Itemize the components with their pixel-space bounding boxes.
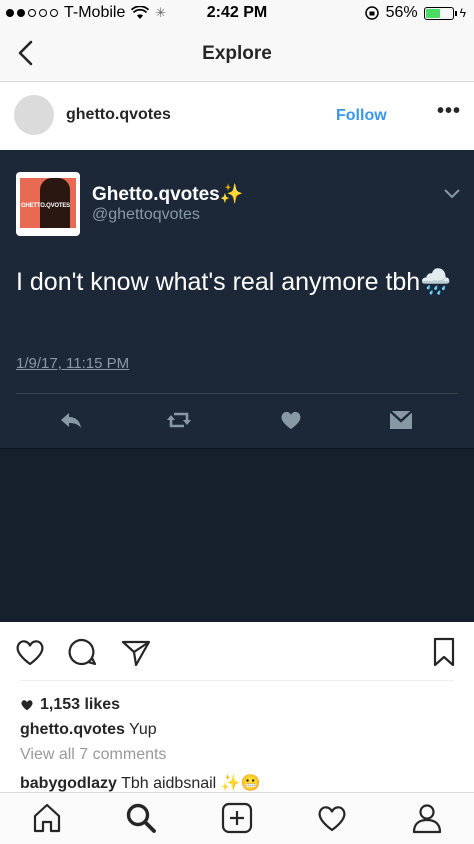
like-heart-icon[interactable] xyxy=(14,636,46,668)
heart-icon xyxy=(281,411,301,429)
comment-icon[interactable] xyxy=(66,636,98,668)
tweet-display-name: Ghetto.qvotes✨ xyxy=(92,184,244,205)
nav-bar: Explore xyxy=(0,26,474,82)
likes-label: 1,153 likes xyxy=(40,696,121,713)
status-right: 56% ϟ xyxy=(364,4,466,22)
tweet-text: I don't know what's real anymore tbh🌧️ xyxy=(16,268,452,296)
activity-heart-icon[interactable] xyxy=(315,801,349,835)
post-image[interactable]: GHETTO.QVOTES Ghetto.qvotes✨ @ghettoqvot… xyxy=(0,150,474,622)
message-icon xyxy=(389,410,413,429)
small-heart-icon xyxy=(21,700,33,711)
likes-count[interactable]: 1,153 likes xyxy=(20,696,120,714)
comment-username[interactable]: babygodlazy xyxy=(20,775,117,792)
rotation-lock-icon xyxy=(364,6,379,20)
status-bar: T-Mobile ✳ 2:42 PM 56% ϟ xyxy=(0,0,474,26)
retweet-icon xyxy=(167,412,191,428)
search-icon[interactable] xyxy=(124,801,158,835)
footer-divider xyxy=(20,680,454,681)
tweet-handle: @ghettoqvotes xyxy=(92,206,200,223)
tweet-card: GHETTO.QVOTES Ghetto.qvotes✨ @ghettoqvot… xyxy=(0,150,474,449)
tweet-divider xyxy=(16,393,458,394)
caption-username[interactable]: ghetto.qvotes xyxy=(20,721,125,738)
more-options-button[interactable]: ••• xyxy=(437,100,461,123)
home-icon[interactable] xyxy=(30,801,64,835)
caption-text: Yup xyxy=(129,721,157,738)
profile-icon[interactable] xyxy=(410,801,444,835)
comment-text: Tbh aidbsnail ✨😬 xyxy=(121,775,261,792)
follow-button[interactable]: Follow xyxy=(336,107,387,125)
tab-bar xyxy=(0,792,474,844)
page-title: Explore xyxy=(202,43,272,64)
battery-icon xyxy=(423,6,457,20)
charging-icon: ϟ xyxy=(459,6,466,20)
tweet-avatar-text: GHETTO.QVOTES xyxy=(21,203,70,209)
add-post-icon[interactable] xyxy=(220,801,254,835)
chevron-down-icon xyxy=(444,189,460,199)
reply-icon xyxy=(61,413,81,428)
view-all-comments-link[interactable]: View all 7 comments xyxy=(20,746,166,764)
comment-item: babygodlazy Tbh aidbsnail ✨😬 xyxy=(20,773,261,793)
caption: ghetto.qvotes Yup xyxy=(20,721,157,739)
share-icon[interactable] xyxy=(120,636,152,668)
post-username[interactable]: ghetto.qvotes xyxy=(66,106,171,124)
avatar[interactable] xyxy=(14,95,54,135)
tweet-date: 1/9/17, 11:15 PM xyxy=(16,355,130,372)
tweet-avatar: GHETTO.QVOTES xyxy=(16,172,80,236)
bookmark-icon[interactable] xyxy=(428,636,460,668)
battery-percent: 56% xyxy=(385,4,418,21)
